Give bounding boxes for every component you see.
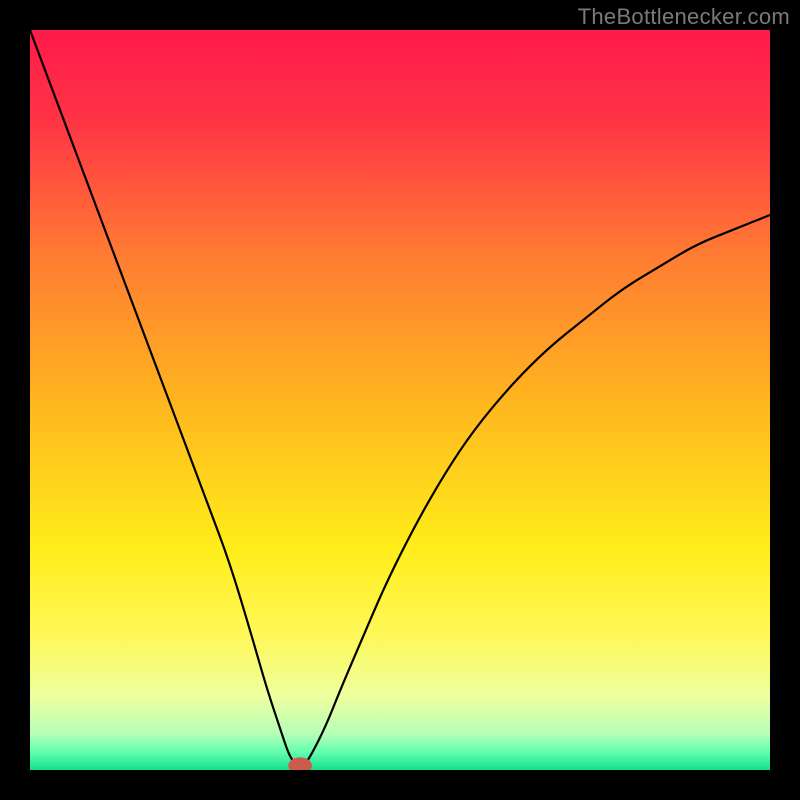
gradient-background <box>30 30 770 770</box>
bottleneck-chart <box>30 30 770 770</box>
plot-area <box>30 30 770 770</box>
watermark-label: TheBottlenecker.com <box>578 4 790 30</box>
chart-frame: TheBottlenecker.com <box>0 0 800 800</box>
